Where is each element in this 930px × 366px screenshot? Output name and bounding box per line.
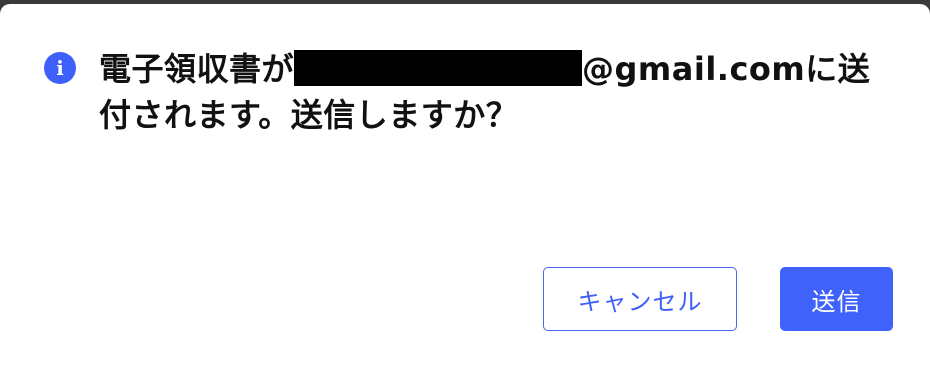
confirm-dialog: i 電子領収書が @gmail.comに送付されます。送信しますか？ キャンセル … (0, 4, 930, 366)
redacted-email-block (294, 50, 583, 86)
send-button[interactable]: 送信 (780, 267, 893, 331)
dialog-message: 電子領収書が @gmail.comに送付されます。送信しますか？ (99, 46, 889, 138)
message-prefix: 電子領収書が (99, 50, 295, 88)
cancel-button[interactable]: キャンセル (543, 267, 737, 331)
info-icon: i (44, 52, 76, 84)
